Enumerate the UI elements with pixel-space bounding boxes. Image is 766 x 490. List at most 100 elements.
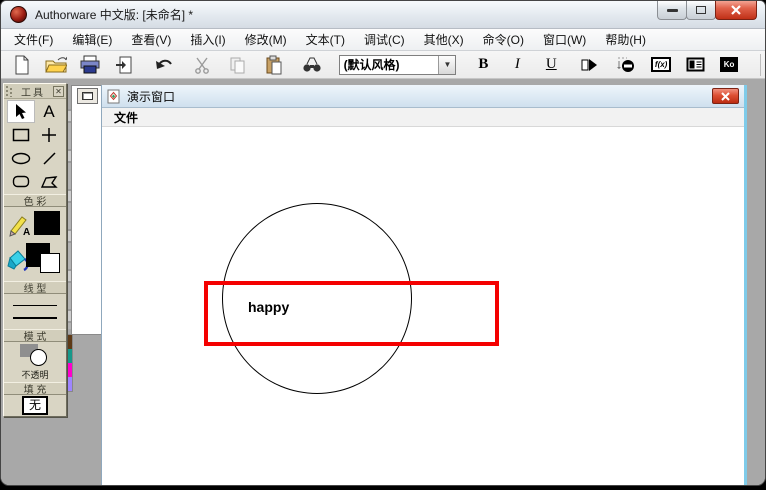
new-button[interactable] <box>9 53 35 77</box>
menu-insert[interactable]: 插入(I) <box>187 29 228 50</box>
presentation-menubar: 文件 <box>102 108 744 127</box>
line-width-thick[interactable] <box>13 316 57 319</box>
control-panel-button[interactable] <box>612 53 638 77</box>
menu-edit[interactable]: 编辑(E) <box>69 29 115 50</box>
open-button[interactable] <box>43 53 69 77</box>
mode-opaque-circle-icon[interactable] <box>30 349 47 367</box>
line-icon <box>42 152 56 165</box>
pointer-icon <box>16 104 26 120</box>
maximize-button[interactable] <box>686 1 716 20</box>
functions-icon: f(x) <box>650 57 672 72</box>
fill-color-row <box>4 241 66 281</box>
menu-window[interactable]: 窗口(W) <box>540 29 589 50</box>
variables-button[interactable] <box>682 53 708 77</box>
menu-debug[interactable]: 调试(C) <box>361 29 408 50</box>
text-tool[interactable]: A <box>35 100 63 123</box>
fill-section-header: 填 充 <box>4 382 66 396</box>
bold-label: B <box>478 56 489 72</box>
find-button[interactable] <box>299 53 325 77</box>
crosshair-icon <box>42 127 56 142</box>
cut-button[interactable] <box>189 53 215 77</box>
tool-palette: 工具 ✕ A 色 彩 A 线 型 模 式 不透明 填 充 无 <box>3 83 67 417</box>
presentation-titlebar[interactable]: 演示窗口 <box>102 85 744 108</box>
italic-button[interactable]: I <box>504 53 530 77</box>
menubar: 文件(F) 编辑(E) 查看(V) 插入(I) 修改(M) 文本(T) 调试(C… <box>1 29 765 51</box>
import-button[interactable] <box>111 53 137 77</box>
fill-none-button[interactable]: 无 <box>21 396 48 416</box>
mode-label: 不透明 <box>21 370 49 381</box>
rectangle-icon <box>12 128 30 142</box>
colors-section-header: 色 彩 <box>4 194 66 208</box>
canvas-text[interactable]: happy <box>248 299 289 315</box>
close-icon <box>731 5 741 15</box>
polygon-tool[interactable] <box>35 170 63 193</box>
titlebar: Authorware 中文版: [未命名] * <box>1 1 765 29</box>
publish-icon <box>80 55 100 74</box>
fill-pattern-row: 无 <box>4 395 66 416</box>
presentation-canvas[interactable]: happy <box>102 127 744 485</box>
paste-button[interactable] <box>261 53 287 77</box>
paste-icon <box>266 55 282 74</box>
publish-button[interactable] <box>77 53 103 77</box>
tool-palette-close-button[interactable]: ✕ <box>53 85 64 97</box>
functions-button[interactable]: f(x) <box>648 53 674 77</box>
pointer-tool[interactable] <box>7 100 35 124</box>
modes-section-header: 模 式 <box>4 329 66 343</box>
knowledge-objects-button[interactable]: Ko <box>716 53 742 77</box>
lines-section-header: 线 型 <box>4 280 66 295</box>
presentation-window: 演示窗口 文件 happy <box>101 85 747 485</box>
menu-text[interactable]: 文本(T) <box>303 29 348 50</box>
underline-button[interactable]: U <box>538 53 564 77</box>
tools-grid: A <box>4 99 66 194</box>
chevron-down-icon[interactable]: ▼ <box>438 55 456 74</box>
italic-label: I <box>514 56 520 72</box>
polygon-icon <box>40 175 58 188</box>
presentation-menu-file[interactable]: 文件 <box>114 109 138 126</box>
run-button[interactable] <box>576 53 602 77</box>
workspace: 工具 ✕ A 色 彩 A 线 型 模 式 不透明 填 充 无 演示窗口 文件 h… <box>1 79 765 485</box>
rounded-rectangle-tool[interactable] <box>7 170 35 193</box>
menu-view[interactable]: 查看(V) <box>128 29 174 50</box>
copy-button[interactable] <box>225 53 251 77</box>
new-icon <box>15 55 29 74</box>
style-dropdown[interactable]: (默认风格) ▼ <box>338 54 457 75</box>
rectangle-tool[interactable] <box>7 123 35 146</box>
toolbar-separator <box>760 53 762 76</box>
style-dropdown-value: (默认风格) <box>343 58 400 72</box>
caption-buttons <box>657 1 757 20</box>
import-icon <box>115 56 132 73</box>
display-icon-button[interactable] <box>77 88 98 104</box>
presentation-window-title: 演示窗口 <box>127 89 176 104</box>
ellipse-tool[interactable] <box>7 147 35 170</box>
line-tool[interactable] <box>35 147 63 170</box>
minimize-icon <box>666 8 678 12</box>
run-icon <box>581 58 597 71</box>
line-type-row <box>4 294 66 330</box>
svg-text:A: A <box>23 227 30 237</box>
fill-background-swatch[interactable] <box>40 253 60 274</box>
menu-modify[interactable]: 修改(M) <box>242 29 290 50</box>
menu-commands[interactable]: 命令(O) <box>480 29 527 50</box>
design-window-partial[interactable] <box>71 85 103 335</box>
menu-file[interactable]: 文件(F) <box>11 29 56 50</box>
undo-button[interactable] <box>151 53 177 77</box>
drag-grip-icon[interactable] <box>6 85 13 97</box>
toolbar: (默认风格) ▼ B I U f(x) Ko <box>1 51 765 79</box>
ellipse-icon <box>11 152 31 164</box>
control-panel-icon <box>616 57 634 72</box>
presentation-close-button[interactable] <box>712 88 739 104</box>
crosshair-tool[interactable] <box>35 123 63 146</box>
knowledge-objects-icon: Ko <box>719 57 739 72</box>
close-icon <box>721 91 730 101</box>
cut-icon <box>194 57 209 74</box>
pen-color-icon[interactable]: A <box>8 211 34 237</box>
find-icon <box>302 57 321 72</box>
minimize-button[interactable] <box>657 1 687 20</box>
close-button[interactable] <box>715 1 757 20</box>
menu-help[interactable]: 帮助(H) <box>602 29 649 50</box>
tool-palette-titlebar[interactable]: 工具 ✕ <box>4 84 66 99</box>
line-width-thin[interactable] <box>13 304 57 306</box>
bold-button[interactable]: B <box>470 53 496 77</box>
pen-color-swatch[interactable] <box>34 211 60 236</box>
menu-other[interactable]: 其他(X) <box>421 29 467 50</box>
